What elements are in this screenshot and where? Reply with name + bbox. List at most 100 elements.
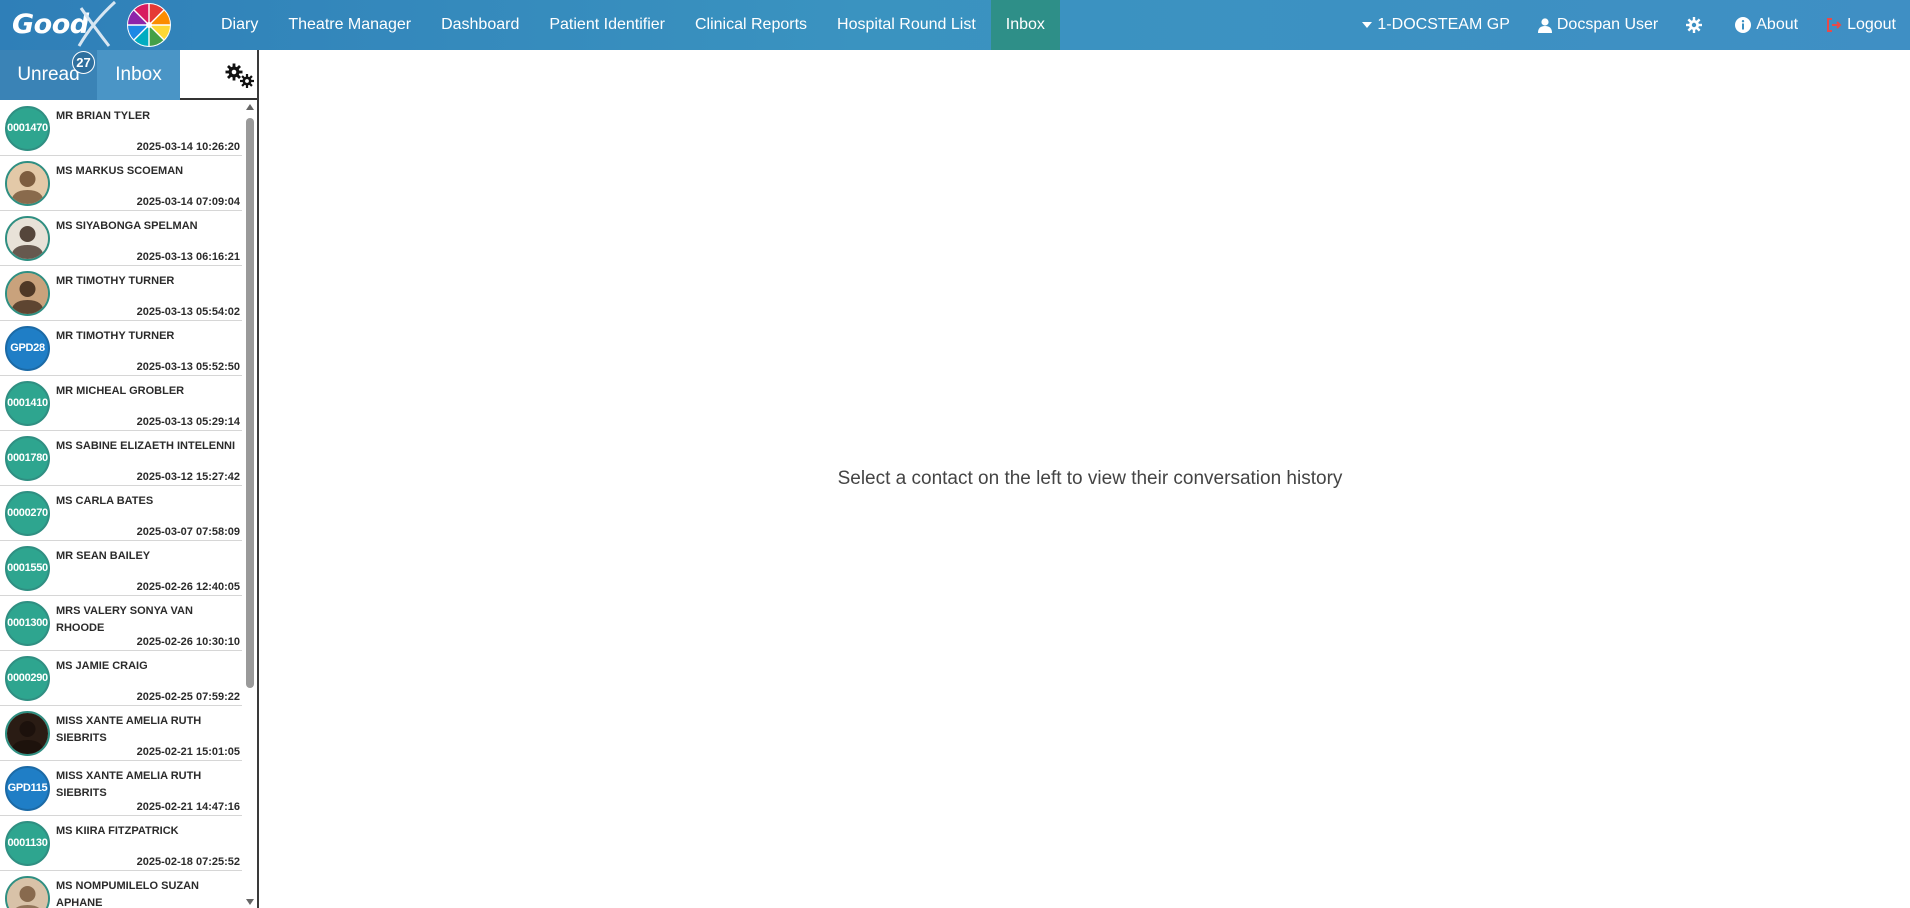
contact-timestamp: 2025-03-14 10:26:20 <box>136 141 240 153</box>
nav-dashboard[interactable]: Dashboard <box>426 0 534 50</box>
contact-list-item[interactable]: 0001780 MS SABINE ELIZAETH INTELENNI 2025-… <box>0 431 242 486</box>
contact-list-item[interactable]: MR TIMOTHY TURNER 2025-03-13 05:54:02 <box>0 266 242 321</box>
tab-unread[interactable]: Unread 27 <box>0 50 97 100</box>
contact-list-item[interactable]: MISS XANTE AMELIA RUTH SIEBRITS 2025-02-2… <box>0 706 242 761</box>
contact-timestamp: 2025-02-26 12:40:05 <box>136 581 240 593</box>
contact-list-scrollbar[interactable] <box>244 101 256 908</box>
contact-id-avatar: 0000290 <box>5 656 50 701</box>
contact-name: MS JAMIE CRAIG <box>56 660 148 672</box>
info-icon <box>1735 17 1752 33</box>
logo-color-wheel-icon <box>127 3 171 47</box>
contact-name: MS KIIRA FITZPATRICK <box>56 825 179 837</box>
contact-list-item[interactable]: 0000290 MS JAMIE CRAIG 2025-02-25 07:59:22 <box>0 651 242 706</box>
contact-list-item[interactable]: 0000270 MS CARLA BATES 2025-03-07 07:58:09 <box>0 486 242 541</box>
user-icon <box>1537 17 1552 33</box>
practice-dropdown[interactable]: 1-DOCSTEAM GP <box>1348 0 1523 50</box>
top-navbar: Good Diary Theatre Manager Dashboard Pat… <box>0 0 1910 50</box>
logout-icon <box>1827 18 1842 32</box>
contact-list-item[interactable]: GPD28 MR TIMOTHY TURNER 2025-03-13 05:52:5… <box>0 321 242 376</box>
contact-id-avatar: 0000270 <box>5 491 50 536</box>
contact-name: MR SEAN BAILEY <box>56 550 151 562</box>
gear-icon <box>1686 17 1703 33</box>
tab-unread-label: Unread <box>17 64 80 85</box>
contact-id-avatar: 0001470 <box>5 106 50 151</box>
nav-hospital-round-list[interactable]: Hospital Round List <box>822 0 991 50</box>
caret-down-icon <box>1362 22 1373 28</box>
practice-label: 1-DOCSTEAM GP <box>1377 16 1510 33</box>
contact-id-avatar: 0001780 <box>5 436 50 481</box>
contact-name: MRS VALERY SONYA VAN RHOODE <box>56 605 193 634</box>
contact-id-avatar: 0001130 <box>5 821 50 866</box>
contact-timestamp: 2025-02-25 07:59:22 <box>136 691 240 703</box>
contact-name: MS SIYABONGA SPELMAN <box>56 220 198 232</box>
contact-name: MISS XANTE AMELIA RUTH SIEBRITS <box>56 715 202 744</box>
contact-timestamp: 2025-03-13 05:52:50 <box>136 361 240 373</box>
contact-name: MR BRIAN TYLER <box>56 110 151 122</box>
contact-timestamp: 2025-03-14 07:09:04 <box>136 196 240 208</box>
contact-id-avatar: GPD115 <box>5 766 50 811</box>
nav-right-group: 1-DOCSTEAM GP Docspan User About Logout <box>1348 0 1910 50</box>
contact-list-item[interactable]: MS NOMPUMILELO SUZAN APHANE <box>0 871 242 908</box>
nav-inbox[interactable]: Inbox <box>990 0 1060 50</box>
settings-gears-icon[interactable] <box>224 62 256 90</box>
main-nav: Diary Theatre Manager Dashboard Patient … <box>206 0 1060 50</box>
contact-name: MS CARLA BATES <box>56 495 154 507</box>
contact-name: MR TIMOTHY TURNER <box>56 330 175 342</box>
contact-photo-avatar <box>5 216 50 261</box>
contact-list-item[interactable]: 0001130 MS KIIRA FITZPATRICK 2025-02-18 07… <box>0 816 242 871</box>
contact-timestamp: 2025-02-18 07:25:52 <box>136 856 240 868</box>
contact-name: MS MARKUS SCOEMAN <box>56 165 184 177</box>
logout-link[interactable]: Logout <box>1812 0 1910 50</box>
logout-label: Logout <box>1847 16 1896 33</box>
contact-name: MR MICHEAL GROBLER <box>56 385 185 397</box>
contact-name: MISS XANTE AMELIA RUTH SIEBRITS <box>56 770 202 799</box>
contact-list-item[interactable]: 0001470 MR BRIAN TYLER 2025-03-14 10:26:20 <box>0 101 242 156</box>
user-label: Docspan User <box>1556 16 1659 33</box>
contact-list-item[interactable]: 0001410 MR MICHEAL GROBLER 2025-03-13 05:2… <box>0 376 242 431</box>
scroll-down-arrow-icon[interactable] <box>246 899 254 905</box>
goodx-logo[interactable]: Good <box>0 0 176 50</box>
conversation-panel: Select a contact on the left to view the… <box>259 50 1910 908</box>
contact-list: 0001470 MR BRIAN TYLER 2025-03-14 10:26:20… <box>0 101 242 908</box>
contact-name: MS NOMPUMILELO SUZAN APHANE <box>56 880 199 908</box>
contact-timestamp: 2025-03-13 05:29:14 <box>136 416 240 428</box>
contact-name: MR TIMOTHY TURNER <box>56 275 175 287</box>
contact-list-item[interactable]: GPD115 MISS XANTE AMELIA RUTH SIEBRITS 202… <box>0 761 242 816</box>
contact-id-avatar: 0001410 <box>5 381 50 426</box>
contact-list-item[interactable]: MS SIYABONGA SPELMAN 2025-03-13 06:16:21 <box>0 211 242 266</box>
contact-id-avatar: 0001550 <box>5 546 50 591</box>
contact-photo-avatar <box>5 711 50 756</box>
contact-photo-avatar <box>5 161 50 206</box>
scroll-up-arrow-icon[interactable] <box>246 104 254 110</box>
contact-id-avatar: 0001300 <box>5 601 50 646</box>
nav-diary[interactable]: Diary <box>206 0 273 50</box>
inbox-tabs: Unread 27 Inbox <box>0 50 257 100</box>
scrollbar-thumb[interactable] <box>246 118 254 688</box>
contact-id-avatar: GPD28 <box>5 326 50 371</box>
contact-timestamp: 2025-02-21 15:01:05 <box>136 746 240 758</box>
unread-count-badge: 27 <box>72 51 95 74</box>
contact-list-item[interactable]: MS MARKUS SCOEMAN 2025-03-14 07:09:04 <box>0 156 242 211</box>
contact-photo-avatar <box>5 271 50 316</box>
contact-timestamp: 2025-03-12 15:27:42 <box>136 471 240 483</box>
nav-patient-identifier[interactable]: Patient Identifier <box>534 0 680 50</box>
contact-timestamp: 2025-03-07 07:58:09 <box>136 526 240 538</box>
contact-photo-avatar <box>5 876 50 908</box>
contact-timestamp: 2025-02-21 14:47:16 <box>136 801 240 813</box>
nav-theatre-manager[interactable]: Theatre Manager <box>273 0 426 50</box>
about-label: About <box>1756 16 1799 33</box>
empty-conversation-message: Select a contact on the left to view the… <box>837 468 1343 489</box>
user-menu[interactable]: Docspan User <box>1524 0 1672 50</box>
tab-inbox[interactable]: Inbox <box>97 50 180 100</box>
contact-timestamp: 2025-03-13 06:16:21 <box>136 251 240 263</box>
contact-timestamp: 2025-03-13 05:54:02 <box>136 306 240 318</box>
contact-list-item[interactable]: 0001550 MR SEAN BAILEY 2025-02-26 12:40:05 <box>0 541 242 596</box>
contact-timestamp: 2025-02-26 10:30:10 <box>136 636 240 648</box>
settings-button[interactable] <box>1672 0 1721 50</box>
contact-list-item[interactable]: 0001300 MRS VALERY SONYA VAN RHOODE 2025-0… <box>0 596 242 651</box>
nav-clinical-reports[interactable]: Clinical Reports <box>680 0 822 50</box>
logo-x-mark <box>77 0 117 47</box>
inbox-sidebar: Unread 27 Inbox 0001470 MR BRIAN TYLER 202… <box>0 50 259 908</box>
about-link[interactable]: About <box>1721 0 1812 50</box>
contact-name: MS SABINE ELIZAETH INTELENNI <box>56 440 236 452</box>
